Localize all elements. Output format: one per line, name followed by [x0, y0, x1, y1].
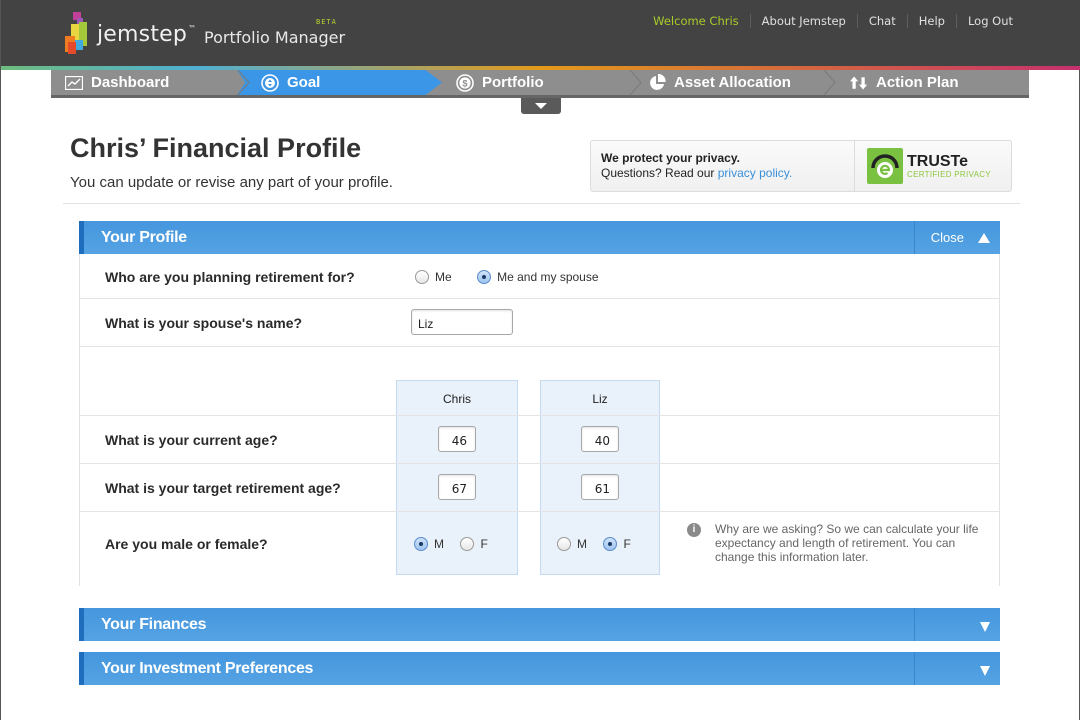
logout-link[interactable]: Log Out	[955, 14, 1013, 28]
divider	[63, 203, 1020, 204]
liz-target-age-input[interactable]: 61	[581, 474, 619, 500]
top-header: jemstep™ Portfolio Manager BETA Welcome …	[1, 0, 1080, 66]
step-asset-allocation[interactable]: Asset Allocation	[634, 70, 830, 95]
top-nav: Welcome Chris About Jemstep Chat Help Lo…	[653, 14, 1013, 28]
dollar-circle-icon: $	[456, 73, 474, 92]
section-title: Your Profile	[101, 228, 187, 246]
planning-options: Me Me and my spouse	[415, 268, 599, 286]
chat-link[interactable]: Chat	[856, 14, 907, 28]
truste-label: TRUSTe	[907, 153, 969, 170]
step-label: Asset Allocation	[674, 74, 791, 91]
row-divider	[80, 463, 999, 464]
radio-me[interactable]: Me	[415, 268, 452, 285]
page-subtitle: You can update or revise any part of you…	[70, 174, 393, 191]
planning-question: Who are you planning retirement for?	[105, 269, 355, 285]
privacy-question: Questions? Read our	[601, 166, 718, 180]
chris-target-age-input[interactable]: 67	[438, 474, 476, 500]
step-goal[interactable]: Goal	[237, 70, 442, 95]
current-age-question: What is your current age?	[105, 432, 278, 448]
liz-radio-male[interactable]: M	[557, 535, 587, 552]
chris-radio-male[interactable]: M	[414, 535, 444, 552]
goal-icon	[261, 73, 279, 92]
investment-preferences-section-header[interactable]: Your Investment Preferences	[79, 652, 1000, 685]
liz-gender-options: M F	[557, 535, 631, 553]
brand-name: jemstep™	[97, 22, 197, 47]
privacy-heading: We protect your privacy.	[601, 151, 740, 165]
caret-down-icon	[980, 621, 990, 632]
welcome-link[interactable]: Welcome Chris	[653, 14, 750, 28]
target-age-question: What is your target retirement age?	[105, 480, 341, 496]
row-divider	[80, 415, 999, 416]
caret-up-icon	[978, 232, 990, 243]
step-divider	[629, 70, 642, 95]
finances-section-header[interactable]: Your Finances	[79, 608, 1000, 641]
spouse-name-input[interactable]: Liz	[411, 309, 513, 335]
step-label: Portfolio	[482, 74, 544, 91]
product-name: Portfolio Manager	[204, 28, 346, 47]
person-name: Liz	[592, 392, 608, 406]
arrows-updown-icon	[850, 74, 868, 92]
gender-info-text: Why are we asking? So we can calculate y…	[715, 522, 979, 564]
step-nav: Dashboard Goal $ Portfolio Asset Allocat…	[51, 70, 1029, 98]
expand-section-button[interactable]	[914, 608, 1000, 641]
profile-section-body: Who are you planning retirement for? Me …	[79, 254, 1000, 586]
row-divider	[80, 511, 999, 512]
step-action-plan[interactable]: Action Plan	[830, 70, 1025, 95]
step-label: Action Plan	[876, 74, 959, 91]
privacy-box: We protect your privacy. Questions? Read…	[590, 140, 1012, 192]
truste-logo-icon	[867, 148, 903, 184]
step-nav-toggle[interactable]	[521, 98, 561, 114]
jemstep-logo-icon	[65, 12, 87, 54]
pie-chart-icon	[648, 73, 666, 92]
close-label: Close	[930, 230, 964, 245]
radio-me-and-spouse[interactable]: Me and my spouse	[477, 268, 599, 285]
step-label: Goal	[287, 74, 321, 91]
liz-radio-female[interactable]: F	[603, 535, 631, 552]
help-link[interactable]: Help	[906, 14, 956, 28]
page-title: Chris’ Financial Profile	[70, 133, 362, 163]
about-link[interactable]: About Jemstep	[749, 14, 857, 28]
truste-sublabel: CERTIFIED PRIVACY	[907, 170, 991, 179]
chris-current-age-input[interactable]: 46	[438, 426, 476, 452]
privacy-text: We protect your privacy. Questions? Read…	[591, 141, 855, 191]
person-name: Chris	[442, 392, 471, 406]
close-section-button[interactable]: Close	[914, 221, 1000, 254]
chris-gender-options: M F	[414, 535, 488, 553]
gender-question: Are you male or female?	[105, 536, 268, 552]
row-divider	[80, 346, 999, 347]
step-dashboard[interactable]: Dashboard	[51, 70, 241, 95]
info-icon: i	[687, 523, 701, 537]
profile-section-header[interactable]: Your Profile Close	[79, 221, 1000, 254]
svg-text:$: $	[462, 78, 467, 88]
liz-current-age-input[interactable]: 40	[581, 426, 619, 452]
step-divider	[237, 70, 250, 95]
section-title: Your Finances	[101, 615, 207, 633]
caret-down-icon	[980, 665, 990, 676]
step-divider	[823, 70, 836, 95]
section-title: Your Investment Preferences	[101, 659, 314, 677]
chris-radio-female[interactable]: F	[460, 535, 488, 552]
expand-section-button[interactable]	[914, 652, 1000, 685]
step-label: Dashboard	[91, 74, 170, 91]
truste-seal[interactable]: TRUSTe CERTIFIED PRIVACY	[855, 141, 991, 191]
beta-badge: BETA	[316, 18, 337, 26]
step-portfolio[interactable]: $ Portfolio	[442, 70, 634, 95]
row-divider	[80, 298, 999, 299]
privacy-policy-link[interactable]: privacy policy.	[718, 166, 792, 180]
chart-line-icon	[65, 74, 83, 92]
spouse-name-question: What is your spouse's name?	[105, 315, 303, 331]
caret-down-icon	[535, 103, 547, 109]
